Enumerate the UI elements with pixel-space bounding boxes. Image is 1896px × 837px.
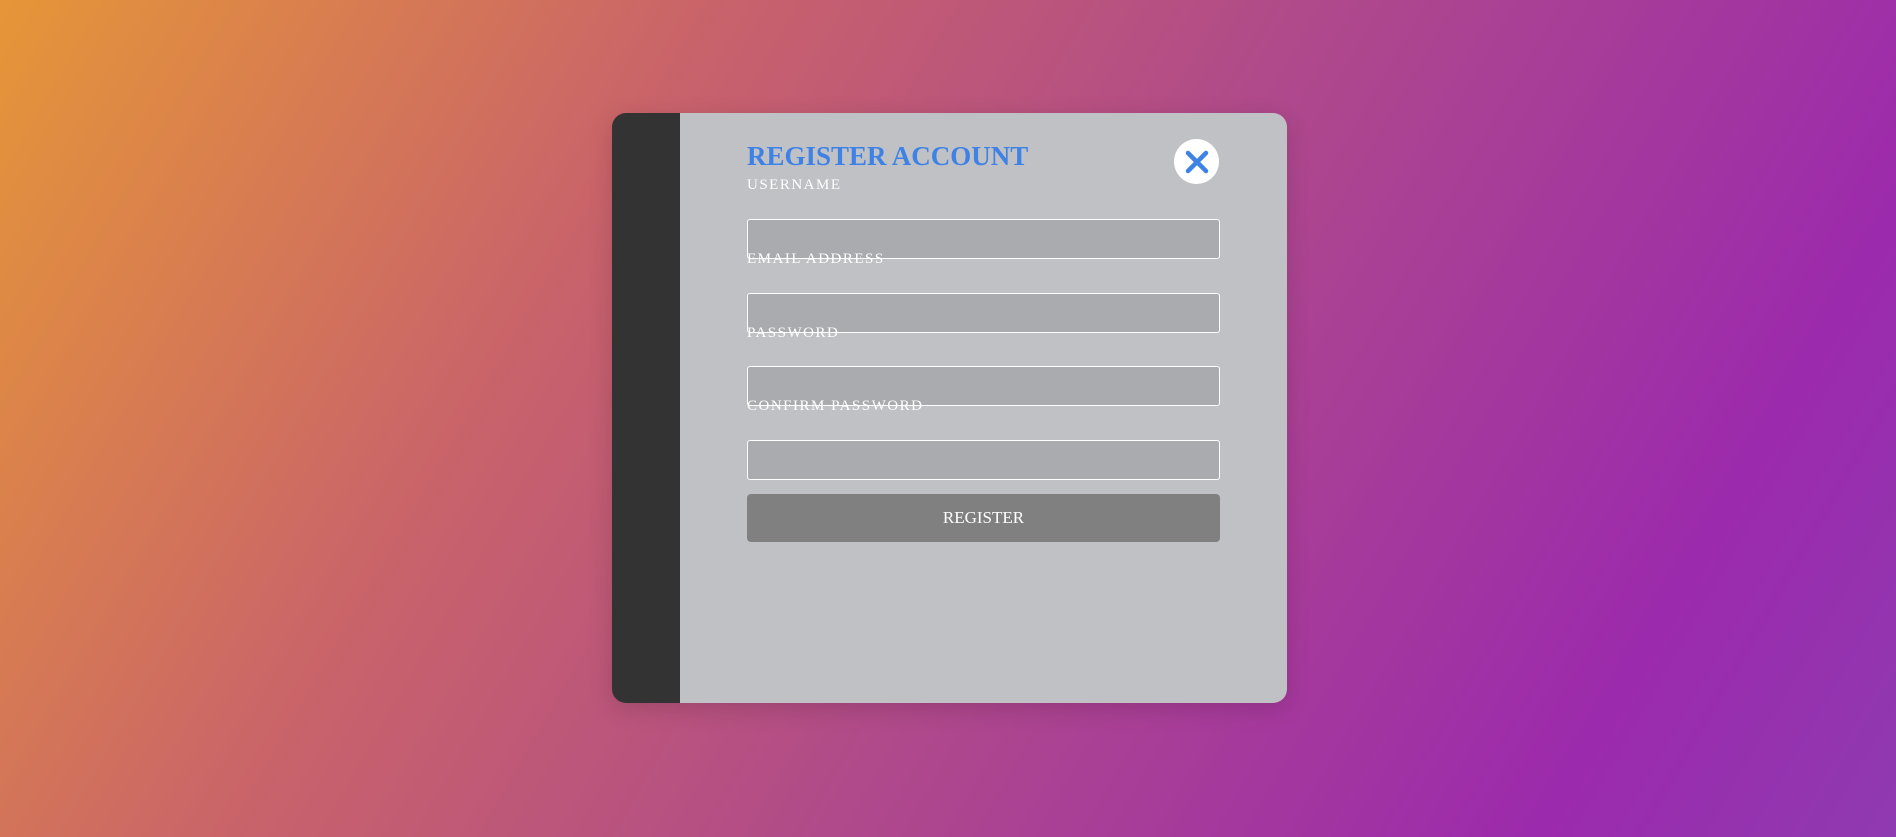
close-button[interactable] [1174, 139, 1219, 184]
confirm-password-label: CONFIRM PASSWORD [747, 398, 924, 414]
username-label: USERNAME [747, 177, 842, 193]
register-form: REGISTER ACCOUNT USERNAME EMAIL ADDRESS … [680, 113, 1287, 703]
register-button[interactable]: REGISTER [747, 494, 1220, 542]
close-icon [1185, 150, 1208, 173]
confirm-password-input[interactable] [747, 440, 1220, 480]
email-label: EMAIL ADDRESS [747, 251, 885, 267]
password-label: PASSWORD [747, 325, 840, 341]
form-title: REGISTER ACCOUNT [747, 141, 1029, 171]
register-modal: REGISTER ACCOUNT USERNAME EMAIL ADDRESS … [612, 113, 1287, 703]
modal-sidebar [612, 113, 680, 703]
